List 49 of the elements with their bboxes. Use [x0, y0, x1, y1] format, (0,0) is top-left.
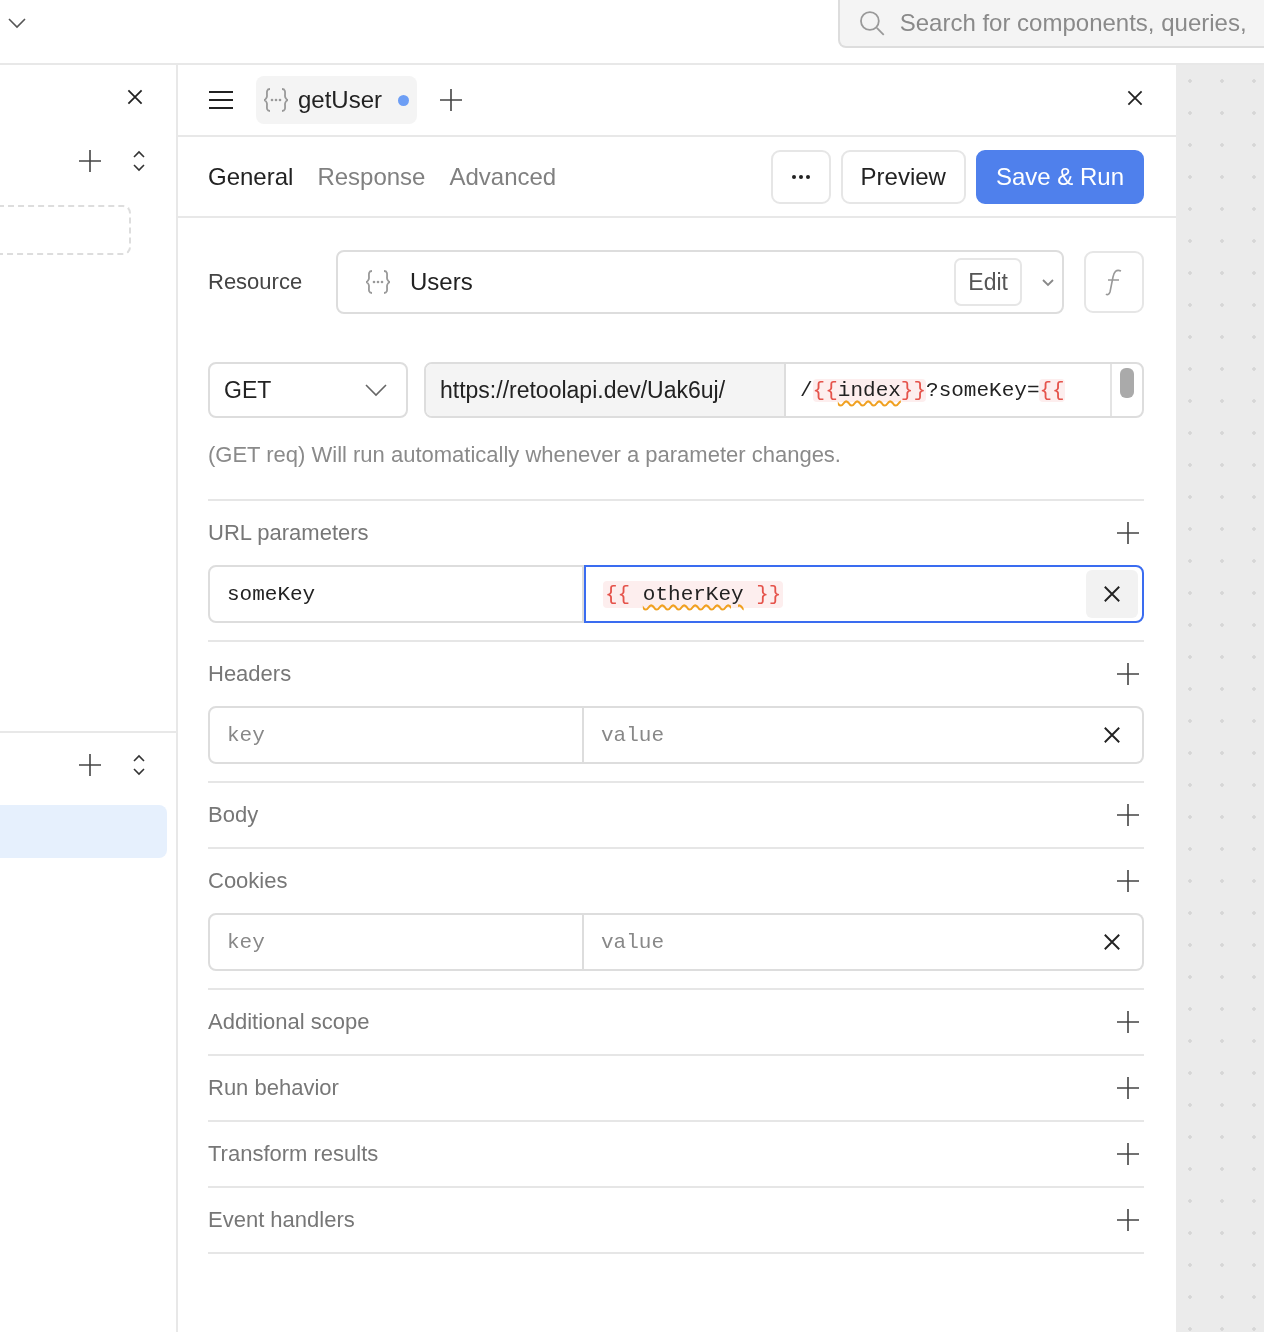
add-icon[interactable] — [78, 753, 102, 777]
key-field[interactable]: key — [208, 706, 584, 764]
add-icon[interactable] — [1116, 1208, 1140, 1232]
section-title[interactable]: Body — [208, 802, 259, 828]
search-field[interactable]: Search for components, queries, — [838, 0, 1264, 48]
add-icon[interactable] — [1116, 869, 1140, 893]
preview-button[interactable]: Preview — [840, 149, 966, 204]
add-icon[interactable] — [1116, 662, 1140, 686]
edit-button[interactable]: Edit — [954, 258, 1022, 306]
section-title[interactable]: Headers — [208, 661, 292, 687]
value-field[interactable]: value — [584, 706, 1144, 764]
base-url: https://retoolapi.dev/Uak6uj/ — [426, 364, 786, 416]
value-field[interactable]: value — [584, 913, 1144, 971]
hint-text: (GET req) Will run automatically whenever a parameter changes. — [208, 442, 842, 468]
section-title[interactable]: Transform results — [208, 1141, 379, 1167]
add-icon[interactable] — [1116, 1142, 1140, 1166]
resource-select[interactable]: Users Edit — [336, 250, 1064, 314]
resource-label: Resource — [208, 269, 304, 295]
search-icon — [858, 9, 886, 37]
key-field[interactable]: key — [208, 913, 584, 971]
remove-button[interactable] — [1086, 570, 1138, 618]
section-title[interactable]: Event handlers — [208, 1207, 355, 1233]
expand-collapse-icon[interactable] — [132, 149, 146, 173]
add-tab-icon[interactable] — [439, 88, 464, 112]
scrollbar-thumb[interactable] — [1120, 368, 1134, 398]
add-icon[interactable] — [1116, 1076, 1140, 1100]
braces-icon — [364, 269, 392, 295]
chevron-down-icon — [364, 382, 388, 398]
tab[interactable]: Advanced — [449, 162, 557, 191]
section-title[interactable]: Cookies — [208, 868, 288, 894]
query-tab[interactable]: getUser — [256, 76, 418, 124]
url-path-field[interactable]: /{{index}}?someKey={{ — [786, 364, 1112, 416]
section-title[interactable]: Additional scope — [208, 1009, 370, 1035]
expand-collapse-icon[interactable] — [132, 753, 146, 777]
section-title[interactable]: URL parameters — [208, 520, 369, 546]
section-title[interactable]: Run behavior — [208, 1075, 339, 1101]
menu-icon[interactable] — [208, 89, 234, 111]
add-icon[interactable] — [1116, 521, 1140, 545]
add-icon[interactable] — [1116, 803, 1140, 827]
braces-icon — [262, 87, 290, 113]
add-icon[interactable] — [1116, 1010, 1140, 1034]
add-icon[interactable] — [78, 149, 102, 173]
tab[interactable]: General — [208, 162, 294, 191]
save-run-button[interactable]: Save & Run — [975, 149, 1144, 204]
key-field[interactable]: someKey — [208, 565, 584, 623]
method-select[interactable]: GET — [208, 362, 408, 418]
more-icon — [790, 173, 811, 180]
value-field[interactable]: {{ otherKey }} — [584, 565, 1144, 623]
tab[interactable]: Response — [317, 162, 426, 191]
